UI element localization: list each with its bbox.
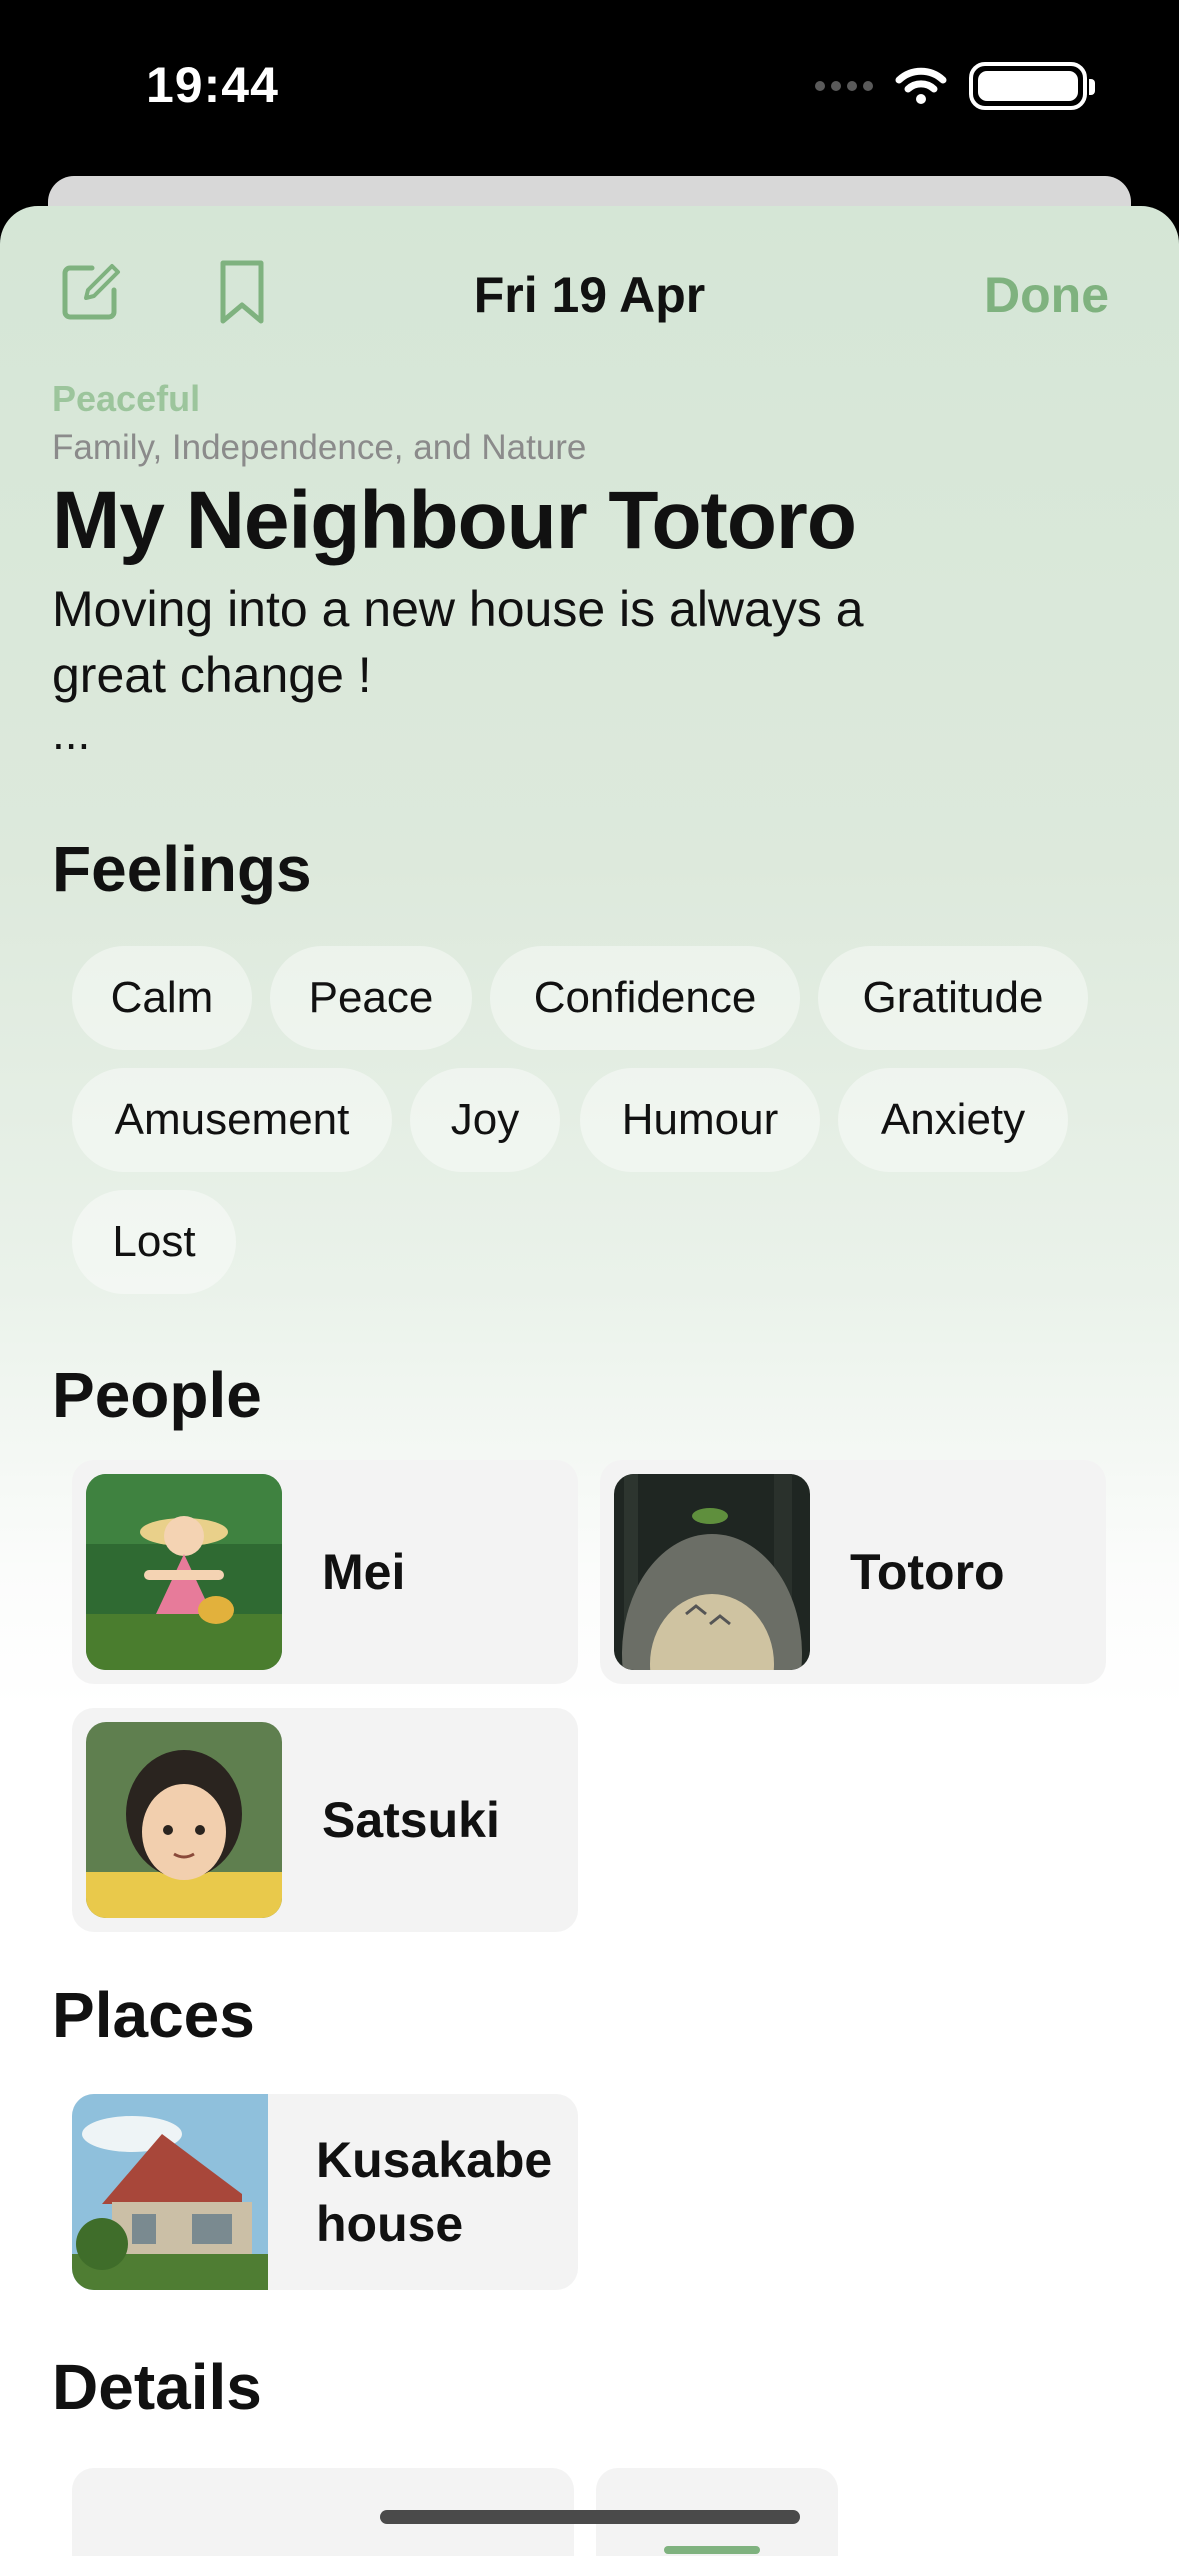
status-icons bbox=[815, 62, 1095, 110]
feeling-chip[interactable]: Confidence bbox=[490, 946, 800, 1050]
toolbar: Fri 19 Apr Done bbox=[0, 206, 1179, 376]
entry-title[interactable]: My Neighbour Totoro bbox=[52, 474, 857, 568]
cellular-signal-icon bbox=[815, 81, 873, 91]
person-name: Totoro bbox=[850, 1544, 1005, 1600]
status-time: 19:44 bbox=[146, 57, 279, 113]
satsuki-avatar bbox=[86, 1722, 282, 1918]
home-indicator bbox=[380, 2510, 800, 2524]
person-tile-totoro[interactable]: Totoro bbox=[600, 1460, 1106, 1684]
feeling-chip[interactable]: Peace bbox=[270, 946, 472, 1050]
battery-icon bbox=[969, 62, 1095, 110]
kusakabe-house-image bbox=[72, 2094, 268, 2290]
feeling-chip[interactable]: Amusement bbox=[72, 1068, 392, 1172]
person-name: Mei bbox=[322, 1544, 406, 1600]
place-name: Kusakabe house bbox=[316, 2132, 553, 2252]
feeling-chip[interactable]: Lost bbox=[72, 1190, 236, 1294]
totoro-avatar bbox=[614, 1474, 810, 1670]
wifi-icon bbox=[895, 67, 947, 104]
person-tile-mei[interactable]: Mei bbox=[72, 1460, 578, 1684]
status-bar: 19:44 bbox=[0, 0, 1179, 170]
mei-avatar bbox=[86, 1474, 282, 1670]
feeling-chip[interactable]: Joy bbox=[410, 1068, 560, 1172]
themes-label: Family, Independence, and Nature bbox=[52, 428, 587, 467]
person-tile-satsuki[interactable]: Satsuki bbox=[72, 1708, 578, 1932]
feeling-chip[interactable]: Anxiety bbox=[838, 1068, 1068, 1172]
place-tile-kusakabe-house[interactable]: Kusakabe house bbox=[72, 2094, 578, 2290]
details-heading: Details bbox=[52, 2351, 262, 2423]
feeling-chip[interactable]: Calm bbox=[72, 946, 252, 1050]
people-heading: People bbox=[52, 1359, 262, 1431]
detail-progress-indicator bbox=[664, 2546, 760, 2554]
entry-sheet: Fri 19 Apr Done Peaceful Family, Indepen… bbox=[0, 206, 1179, 2556]
feelings-heading: Feelings bbox=[52, 833, 312, 905]
person-name: Satsuki bbox=[322, 1792, 500, 1848]
entry-description[interactable]: Moving into a new house is always a grea… bbox=[52, 576, 952, 708]
places-heading: Places bbox=[52, 1979, 255, 2051]
mood-label: Peaceful bbox=[52, 378, 201, 419]
description-ellipsis: ... bbox=[52, 707, 91, 759]
done-button[interactable]: Done bbox=[984, 266, 1109, 324]
feeling-chip[interactable]: Humour bbox=[580, 1068, 820, 1172]
feeling-chip[interactable]: Gratitude bbox=[818, 946, 1088, 1050]
